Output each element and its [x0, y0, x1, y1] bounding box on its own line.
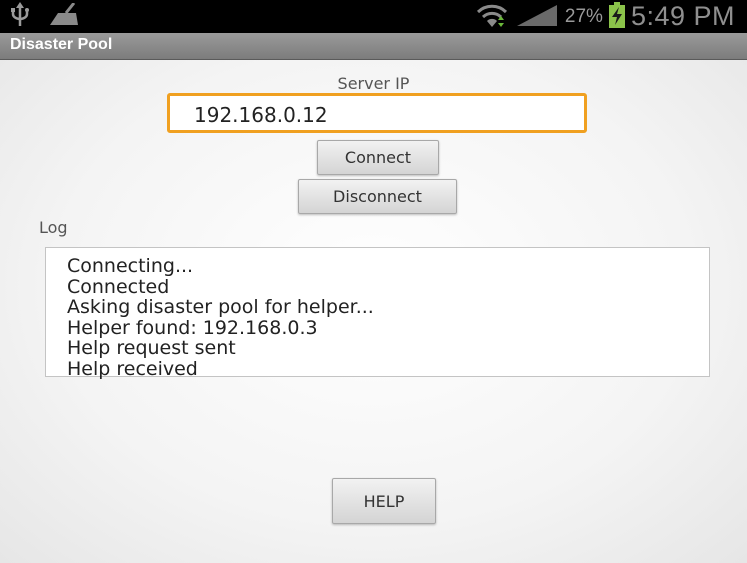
signal-icon: [515, 3, 559, 31]
log-line: Connected: [67, 275, 170, 298]
log-line: Helper found: 192.168.0.3: [67, 316, 318, 339]
wifi-icon: [475, 1, 509, 33]
app-title: Disaster Pool: [10, 36, 113, 53]
log-line: Connecting...: [67, 255, 194, 277]
app-title-bar: Disaster Pool: [0, 33, 747, 60]
log-line: Help received: [67, 357, 198, 380]
server-ip-input[interactable]: [167, 93, 587, 133]
disconnect-button[interactable]: Disconnect: [298, 179, 457, 214]
status-bar: 27% 5:49 PM: [0, 0, 747, 33]
log-line: Asking disaster pool for helper...: [67, 296, 374, 318]
clock: 5:49 PM: [630, 1, 735, 31]
battery-charging-icon: [608, 1, 625, 32]
log-text-area[interactable]: Connecting... Connected Asking disaster …: [45, 247, 710, 380]
help-button[interactable]: HELP: [332, 478, 436, 524]
usb-icon: [10, 2, 30, 32]
main-content: Server IP Connect Disconnect Log Connect…: [0, 60, 747, 563]
log-line: Help request sent: [67, 337, 236, 359]
server-ip-label: Server IP: [337, 74, 410, 93]
log-label: Log: [39, 218, 68, 237]
cleaner-icon: [48, 2, 80, 31]
battery-percent: 27%: [564, 5, 603, 27]
connect-button[interactable]: Connect: [317, 140, 439, 175]
